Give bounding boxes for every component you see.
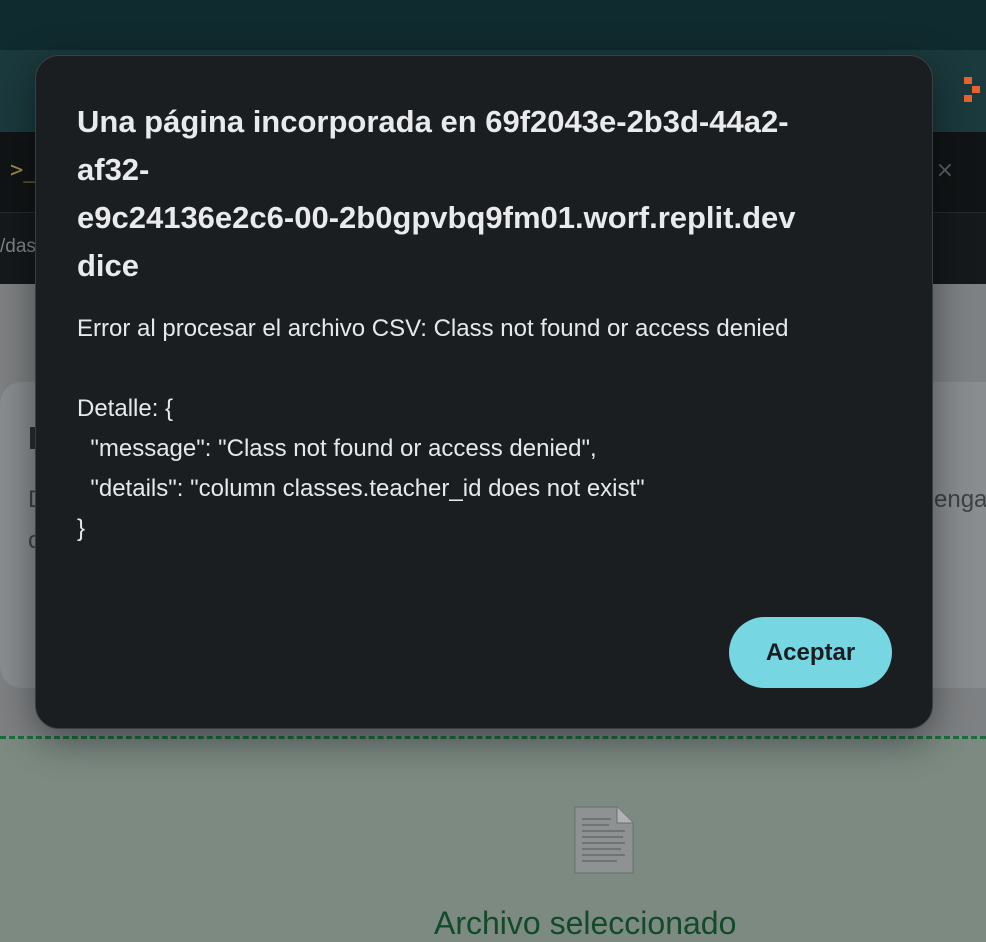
dialog-title-line: e9c24136e2c6-00-2b0gpvbq9fm01.worf.repli… (77, 200, 796, 235)
detail-line: "message": "Class not found or access de… (77, 435, 597, 462)
detail-line: "details": "column classes.teacher_id do… (77, 475, 645, 502)
alert-dialog: Una página incorporada en 69f2043e-2b3d-… (35, 55, 933, 729)
accept-button[interactable]: Aceptar (729, 617, 892, 688)
dialog-title-line: Una página incorporada en 69f2043e-2b3d-… (77, 104, 789, 139)
top-strip (0, 0, 986, 50)
file-selected-label: Archivo seleccionado (434, 905, 737, 941)
terminal-icon[interactable]: >_ (10, 158, 37, 183)
dialog-message: Error al procesar el archivo CSV: Class … (77, 309, 907, 549)
document-file-icon (574, 806, 634, 874)
detail-line: } (77, 515, 86, 542)
replit-logo-icon[interactable] (964, 77, 986, 103)
dialog-title: Una página incorporada en 69f2043e-2b3d-… (77, 98, 897, 290)
blank-line: ​ (77, 349, 907, 389)
url-path-text: /das (0, 236, 36, 257)
card-description-fragment-right: enga (934, 486, 986, 513)
error-message-line: Error al procesar el archivo CSV: Class … (77, 315, 789, 342)
dialog-title-line: af32- (77, 152, 150, 187)
close-tab-icon[interactable]: × (936, 158, 954, 183)
detail-line: Detalle: { (77, 395, 174, 422)
dialog-title-line: dice (77, 248, 140, 283)
